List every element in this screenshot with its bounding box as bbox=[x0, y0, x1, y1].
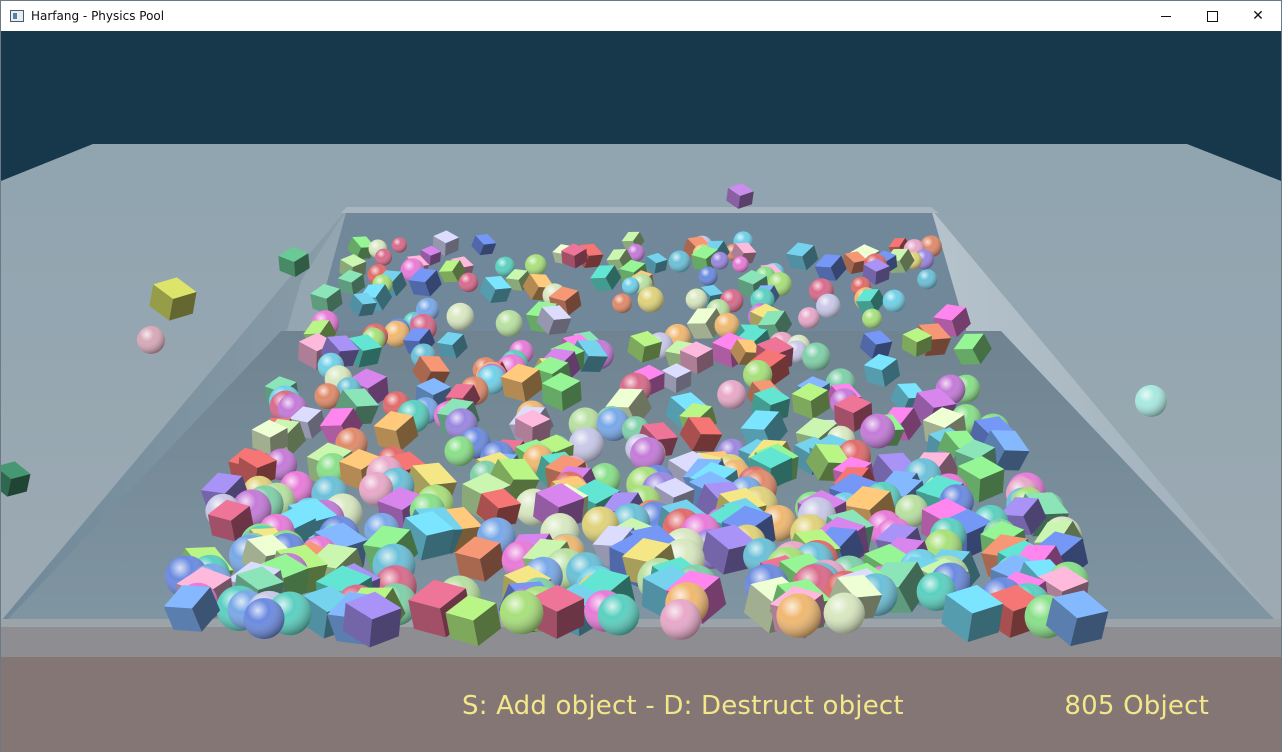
sphere-object bbox=[621, 277, 640, 295]
controls-hint: S: Add object - D: Destruct object bbox=[462, 691, 904, 721]
maximize-button[interactable] bbox=[1189, 1, 1235, 31]
close-button[interactable]: ✕ bbox=[1235, 1, 1281, 31]
sphere-object bbox=[698, 266, 718, 286]
app-window: Harfang - Physics Pool ✕ S: Add object -… bbox=[0, 0, 1282, 752]
sphere-object bbox=[637, 286, 664, 313]
sphere-object bbox=[668, 250, 691, 273]
sphere-object bbox=[444, 436, 475, 467]
sphere-object bbox=[660, 598, 702, 640]
close-icon: ✕ bbox=[1252, 8, 1264, 24]
sphere-object bbox=[499, 590, 544, 635]
sphere-object bbox=[860, 413, 896, 449]
sphere-object bbox=[862, 308, 882, 329]
sphere-object bbox=[710, 251, 729, 270]
sphere-object bbox=[137, 326, 165, 354]
sphere-object bbox=[882, 289, 906, 313]
sphere-object bbox=[375, 248, 393, 266]
minimize-button[interactable] bbox=[1143, 1, 1189, 31]
sphere-object bbox=[798, 307, 820, 329]
sphere-object bbox=[717, 379, 747, 410]
window-title: Harfang - Physics Pool bbox=[31, 9, 165, 23]
sphere-object bbox=[446, 302, 474, 331]
sphere-object bbox=[1135, 385, 1167, 417]
sphere-object bbox=[597, 593, 640, 636]
sphere-object bbox=[732, 256, 749, 273]
sphere-object bbox=[243, 598, 285, 640]
render-viewport[interactable]: S: Add object - D: Destruct object 805 O… bbox=[1, 31, 1281, 752]
sphere-object bbox=[685, 288, 708, 311]
sphere-object bbox=[612, 293, 632, 314]
sphere-object bbox=[495, 309, 523, 337]
caption-buttons: ✕ bbox=[1143, 1, 1281, 31]
sphere-object bbox=[391, 237, 408, 253]
sphere-object bbox=[802, 342, 831, 371]
sphere-object bbox=[816, 293, 841, 319]
title-bar[interactable]: Harfang - Physics Pool ✕ bbox=[1, 1, 1281, 31]
sphere-object bbox=[458, 272, 479, 293]
sphere-object bbox=[917, 269, 938, 290]
sphere-object bbox=[823, 592, 865, 634]
physics-scene bbox=[1, 31, 1281, 752]
object-counter: 805 Object bbox=[1064, 691, 1209, 721]
window-app-icon bbox=[10, 10, 24, 22]
sphere-object bbox=[776, 593, 821, 638]
